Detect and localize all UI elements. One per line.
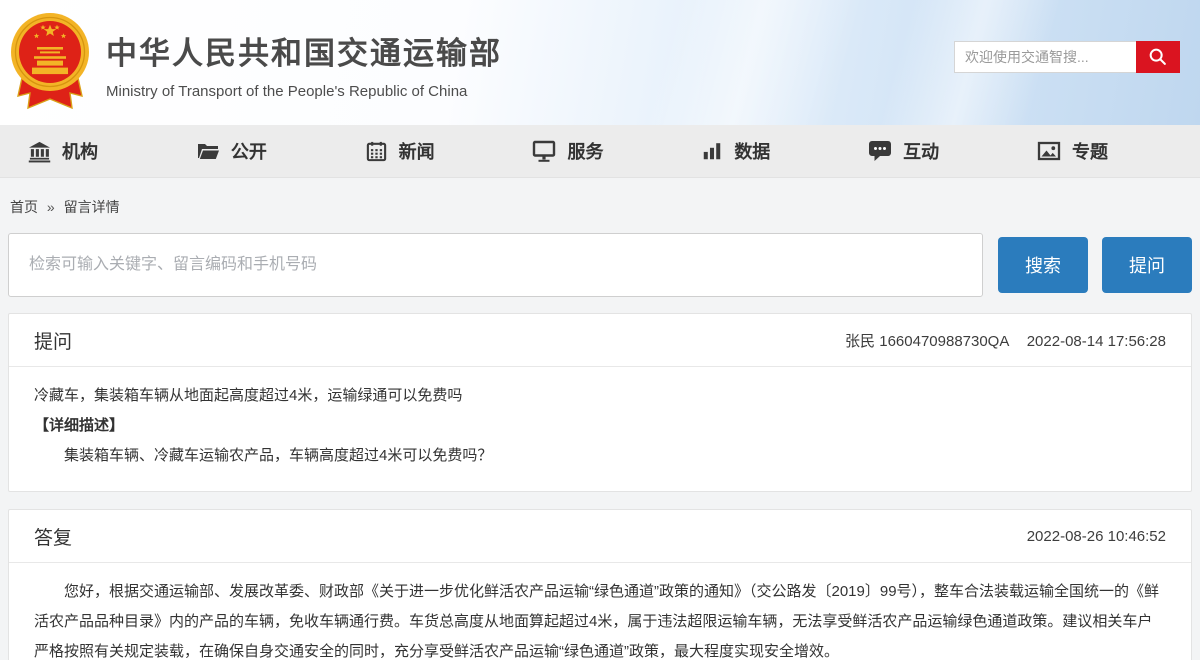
header-search-input[interactable] [954,41,1136,73]
search-button[interactable]: 搜索 [998,237,1088,293]
answer-timestamp: 2022-08-26 10:46:52 [1027,528,1166,545]
nav-item-topics[interactable]: 专题 [1037,138,1108,164]
nav-item-services[interactable]: 服务 [532,138,603,164]
folder-icon [196,139,220,163]
nav-item-interaction[interactable]: 互动 [868,138,939,164]
bar-chart-icon [701,140,723,162]
main-content: 首页 » 留言详情 搜索 提问 提问 张民 1660470988730QA 20… [0,178,1200,660]
speech-bubble-icon [868,139,892,163]
picture-icon [1037,139,1061,163]
question-author: 张民 [845,333,875,350]
nav-label: 服务 [567,138,603,164]
nav-item-news[interactable]: 新闻 [365,138,435,164]
question-title: 冷藏车，集装箱车辆从地面起高度超过4米，运输绿通可以免费吗 [34,381,1166,411]
site-title: 中华人民共和国交通运输部 [106,28,502,73]
header-search-button[interactable] [1136,41,1180,73]
question-timestamp: 2022-08-14 17:56:28 [1027,333,1166,350]
magnifier-icon [1147,46,1169,68]
nav-item-institutions[interactable]: 机构 [28,138,98,164]
national-emblem-logo [10,8,90,114]
message-search-input[interactable] [8,233,983,297]
bank-icon [28,140,51,163]
question-code: 1660470988730QA [879,333,1008,350]
answer-body: 您好，根据交通运输部、发展改革委、财政部《关于进一步优化鲜活农产品运输“绿色通道… [9,563,1191,660]
question-panel: 提问 张民 1660470988730QA 2022-08-14 17:56:2… [8,313,1192,492]
message-search-row: 搜索 提问 [8,233,1192,297]
question-section-title: 提问 [34,327,72,354]
breadcrumb-separator: » [47,199,55,215]
nav-label: 专题 [1072,138,1108,164]
site-header: 中华人民共和国交通运输部 Ministry of Transport of th… [0,0,1200,125]
question-body: 冷藏车，集装箱车辆从地面起高度超过4米，运输绿通可以免费吗 【详细描述】 集装箱… [9,367,1191,491]
nav-label: 数据 [734,138,770,164]
nav-item-data[interactable]: 数据 [701,138,770,164]
nav-label: 机构 [62,138,98,164]
breadcrumb: 首页 » 留言详情 [8,178,1192,217]
nav-item-public[interactable]: 公开 [196,138,267,164]
question-detail: 集装箱车辆、冷藏车运输农产品，车辆高度超过4米可以免费吗？ [34,441,1166,471]
main-nav: 机构 公开 新闻 服务 [0,125,1200,178]
nav-label: 公开 [231,138,267,164]
ask-question-button[interactable]: 提问 [1102,237,1192,293]
answer-text: 您好，根据交通运输部、发展改革委、财政部《关于进一步优化鲜活农产品运输“绿色通道… [34,577,1166,660]
nav-label: 互动 [903,138,939,164]
nav-label: 新闻 [399,138,435,164]
breadcrumb-current: 留言详情 [64,199,120,215]
header-search [954,41,1180,73]
question-meta: 张民 1660470988730QA 2022-08-14 17:56:28 [845,330,1166,351]
monitor-icon [532,139,556,163]
site-subtitle: Ministry of Transport of the People's Re… [106,83,502,100]
answer-panel-header: 答复 2022-08-26 10:46:52 [9,510,1191,563]
calendar-icon [365,140,388,163]
question-panel-header: 提问 张民 1660470988730QA 2022-08-14 17:56:2… [9,314,1191,367]
answer-panel: 答复 2022-08-26 10:46:52 您好，根据交通运输部、发展改革委、… [8,509,1192,660]
question-detail-label: 【详细描述】 [34,411,1166,441]
breadcrumb-home[interactable]: 首页 [10,199,38,215]
answer-section-title: 答复 [34,523,72,550]
